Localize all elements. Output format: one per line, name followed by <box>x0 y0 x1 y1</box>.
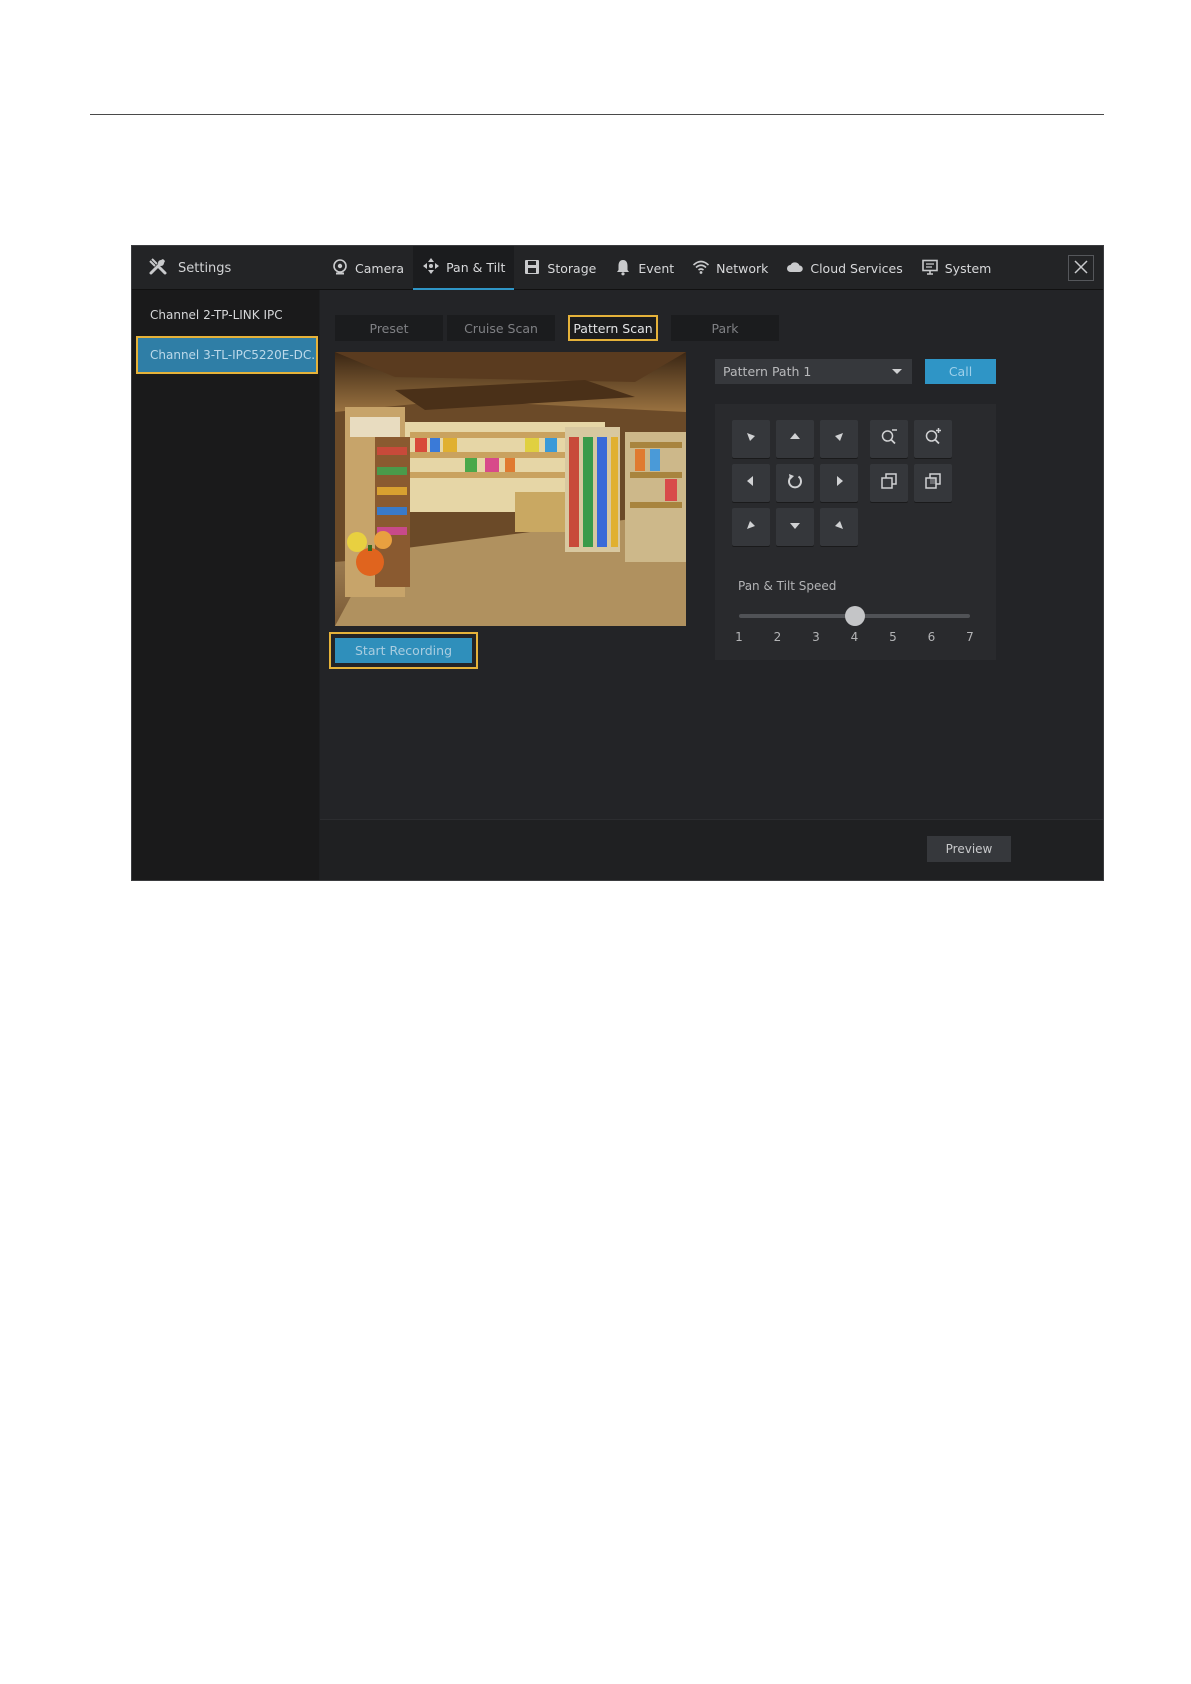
speed-ticks: 1 2 3 4 5 6 7 <box>735 630 974 646</box>
store-scene-image <box>335 352 686 626</box>
tools-icon <box>148 256 168 280</box>
pan-up-right-button[interactable] <box>820 420 858 458</box>
bell-icon <box>614 258 632 279</box>
tilt-up-button[interactable] <box>776 420 814 458</box>
pan-tilt-panel: Preset Cruise Scan Pattern Scan Park Sta… <box>320 290 1103 820</box>
nav-system[interactable]: System <box>912 246 1001 290</box>
speed-tick: 1 <box>735 630 743 644</box>
window-stack-icon <box>923 471 943 495</box>
tab-preset[interactable]: Preset <box>335 315 443 341</box>
nav-cloud-services[interactable]: Cloud Services <box>777 246 911 290</box>
speed-tick: 5 <box>889 630 897 644</box>
zoom-out-button[interactable] <box>870 420 908 458</box>
channel-item[interactable]: Channel 2-TP-LINK IPC <box>132 294 319 336</box>
reset-position-button[interactable] <box>776 464 814 502</box>
close-icon <box>1074 259 1088 278</box>
settings-label: Settings <box>178 260 232 276</box>
pan-left-button[interactable] <box>732 464 770 502</box>
nav-cloud-services-label: Cloud Services <box>810 260 903 276</box>
window-restore-icon <box>879 471 899 495</box>
speed-tick: 4 <box>850 630 859 644</box>
rotate-icon <box>785 471 805 495</box>
arrow-down-right-icon <box>829 515 849 539</box>
speed-tick: 7 <box>966 630 974 644</box>
pan-down-right-button[interactable] <box>820 508 858 546</box>
arrow-up-right-icon <box>829 427 849 451</box>
speed-tick: 2 <box>773 630 782 644</box>
tilt-down-button[interactable] <box>776 508 814 546</box>
monitor-icon <box>921 258 939 279</box>
pan-tilt-icon <box>422 257 440 278</box>
call-button[interactable]: Call <box>925 359 996 384</box>
nav-storage[interactable]: Storage <box>514 246 605 290</box>
zoom-in-icon <box>923 427 943 451</box>
arrow-up-icon <box>785 427 805 451</box>
nav-system-label: System <box>944 260 992 276</box>
nav-pan-tilt[interactable]: Pan & Tilt <box>413 246 515 290</box>
camera-icon <box>331 258 349 279</box>
tab-pattern-scan[interactable]: Pattern Scan <box>568 315 658 341</box>
nav-pan-tilt-label: Pan & Tilt <box>446 259 506 275</box>
pan-right-button[interactable] <box>820 464 858 502</box>
nav-camera[interactable]: Camera <box>322 246 413 290</box>
arrow-right-icon <box>829 471 849 495</box>
nav-camera-label: Camera <box>355 260 405 276</box>
settings-title: Settings <box>148 246 231 290</box>
focus-far-button[interactable] <box>914 464 952 502</box>
top-bar: Settings Camera Pan & Tilt Storage Event <box>132 246 1103 290</box>
nav-event[interactable]: Event <box>605 246 683 290</box>
tab-park[interactable]: Park <box>671 315 779 341</box>
storage-icon <box>523 258 541 279</box>
pan-tilt-speed-label: Pan & Tilt Speed <box>738 579 837 593</box>
channel-item-selected[interactable]: Channel 3-TL-IPC5220E-DC... <box>136 336 318 374</box>
speed-tick: 6 <box>927 630 936 644</box>
tab-cruise-scan[interactable]: Cruise Scan <box>447 315 555 341</box>
speed-tick: 3 <box>812 630 820 644</box>
ptz-tabs: Preset Cruise Scan Pattern Scan Park <box>335 315 779 341</box>
pan-down-left-button[interactable] <box>732 508 770 546</box>
start-recording-label: Start Recording <box>335 638 472 663</box>
page-rule <box>90 114 1104 115</box>
speed-slider-handle[interactable] <box>844 606 865 626</box>
cloud-icon <box>786 258 804 279</box>
arrow-down-left-icon <box>741 515 761 539</box>
settings-window: Settings Camera Pan & Tilt Storage Event <box>131 245 1104 881</box>
nav-storage-label: Storage <box>547 260 597 276</box>
pattern-path-value: Pattern Path 1 <box>723 364 812 379</box>
nav-network-label: Network <box>716 260 769 276</box>
wifi-icon <box>692 258 710 279</box>
channel-sidebar: Channel 2-TP-LINK IPC Channel 3-TL-IPC52… <box>132 290 319 880</box>
nav-network[interactable]: Network <box>683 246 777 290</box>
footer-bar: Preview <box>320 819 1103 880</box>
ptz-control-panel: Pan & Tilt Speed 1 2 3 4 5 6 7 <box>715 404 996 660</box>
arrow-left-icon <box>741 471 761 495</box>
zoom-out-icon <box>879 427 899 451</box>
zoom-in-button[interactable] <box>914 420 952 458</box>
pattern-path-select[interactable]: Pattern Path 1 <box>715 359 912 384</box>
preview-button[interactable]: Preview <box>927 836 1011 862</box>
speed-slider[interactable] <box>739 606 970 626</box>
arrow-down-icon <box>785 515 805 539</box>
focus-near-button[interactable] <box>870 464 908 502</box>
live-video <box>335 352 686 626</box>
pan-up-left-button[interactable] <box>732 420 770 458</box>
close-button[interactable] <box>1068 255 1094 281</box>
main-nav: Camera Pan & Tilt Storage Event Network … <box>322 246 1000 290</box>
start-recording-button[interactable]: Start Recording <box>329 632 478 669</box>
arrow-up-left-icon <box>741 427 761 451</box>
nav-event-label: Event <box>638 260 675 276</box>
chevron-down-icon <box>892 369 902 374</box>
